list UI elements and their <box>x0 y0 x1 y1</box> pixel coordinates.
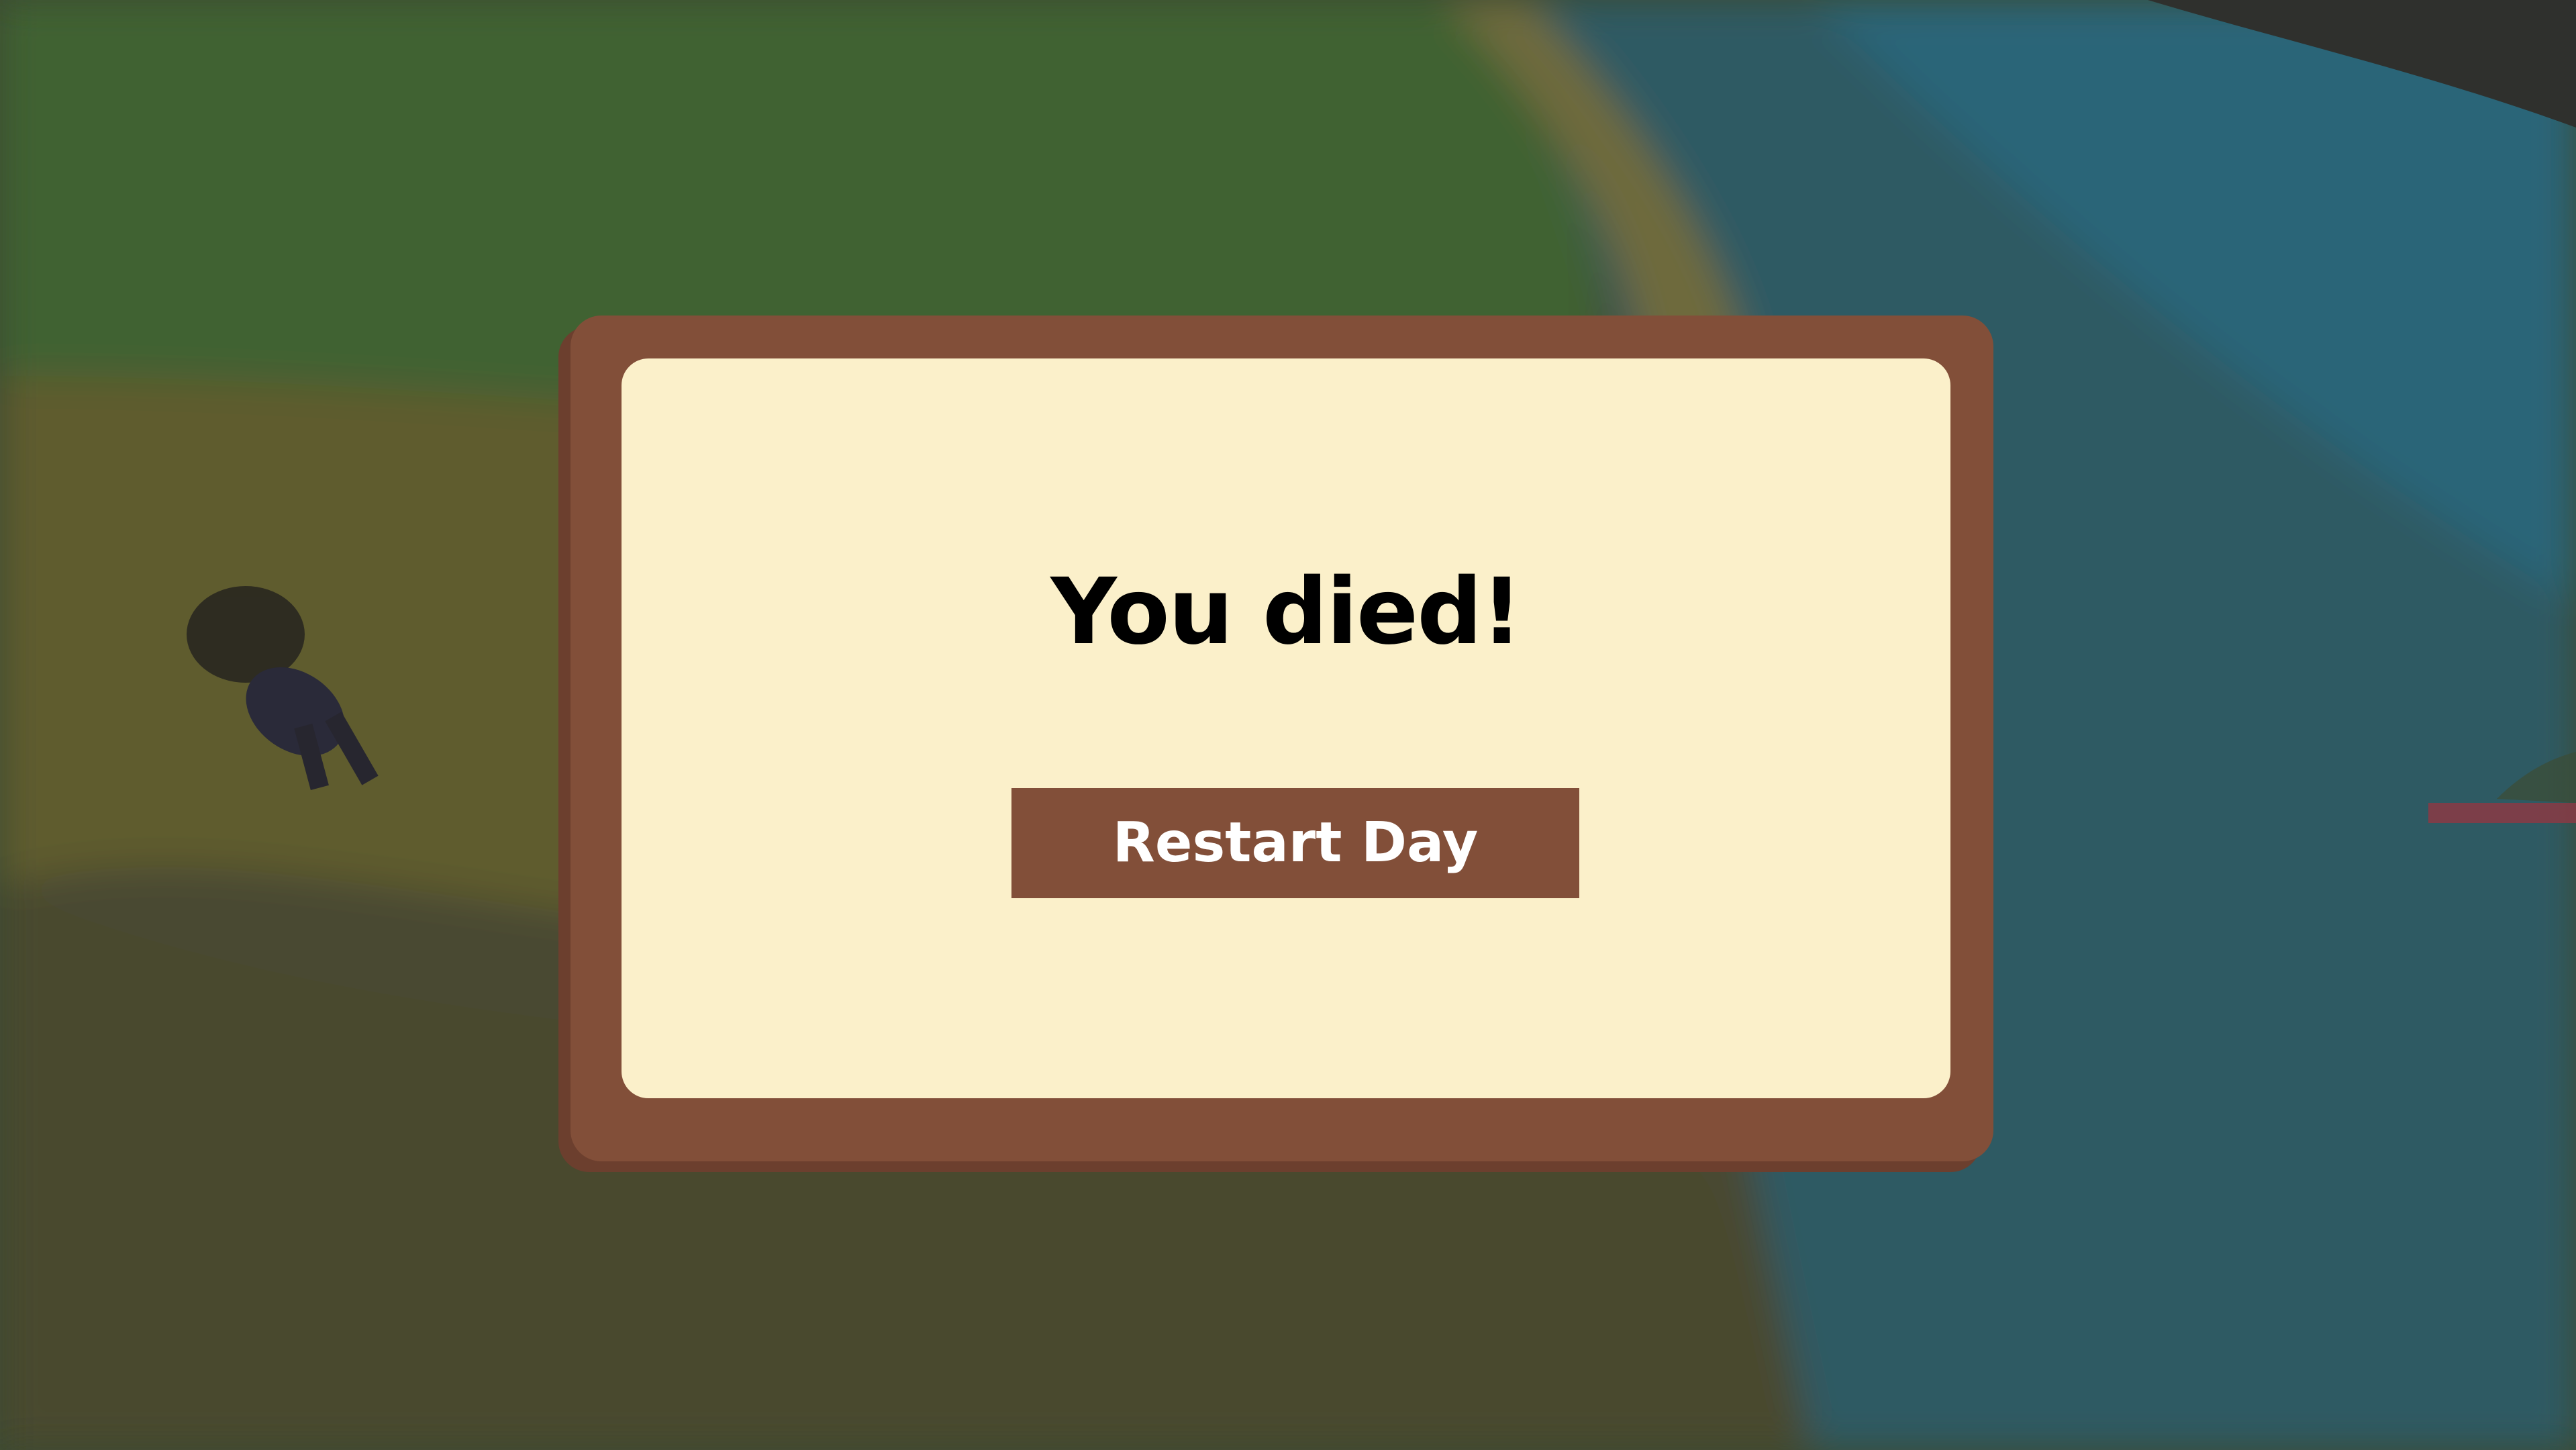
restart-day-button[interactable]: Restart Day <box>1011 788 1579 898</box>
death-dialog: You died! Restart Day <box>571 316 1993 1161</box>
dialog-panel: You died! Restart Day <box>622 358 1950 1098</box>
dialog-title: You died! <box>1050 559 1522 665</box>
